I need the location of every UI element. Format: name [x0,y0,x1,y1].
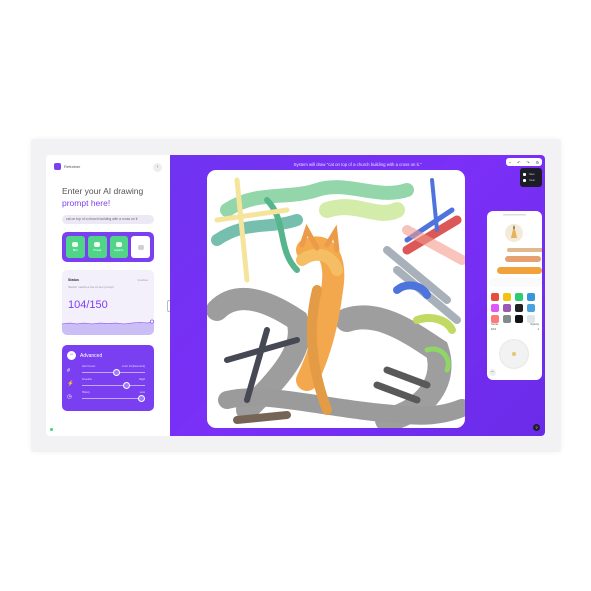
canvas-area: System will draw "cat on top of a church… [170,155,545,436]
drawing-caption: System will draw "cat on top of a church… [293,162,422,167]
brush-preview [489,214,543,287]
sketch-strokes [207,177,465,428]
status-count: 104/150 [68,299,108,311]
top-toolbar: + ↶ ↷ ⚙ [506,158,542,166]
collapse-palette-button[interactable]: − [489,369,496,376]
swatch[interactable] [515,315,523,323]
logo-mark-icon [54,163,61,170]
mode-info-button[interactable] [131,236,150,258]
collapse-sidebar-button[interactable]: ‹ [153,163,162,172]
swatch[interactable] [491,315,499,323]
opacity-label: Opacity [530,323,539,326]
minus-icon: − [67,351,76,360]
swatch[interactable] [491,304,499,312]
mode-label: Thread [93,249,102,252]
clear-button[interactable]: Clear [523,177,539,183]
status-sparkline [62,319,154,335]
trash-icon [523,178,526,182]
clock-icon: ◷ [67,394,72,400]
action-card: Save Clear [520,168,542,187]
color-swatches [491,293,539,323]
headline-line1: Enter your AI drawing [62,186,144,196]
settings-button[interactable]: ⚙ [535,160,539,165]
row-label: Add 4 Lines [82,365,96,368]
swatch[interactable] [527,293,535,301]
color-dial[interactable] [499,339,529,369]
slider-knob[interactable] [113,369,121,376]
swatch[interactable] [503,304,511,312]
eye-icon [72,242,79,247]
redo-button[interactable]: ↷ [526,160,529,165]
advanced-panel: − Advanced # Add 4 Lines Limit: 24 (Recu… [62,345,154,411]
swatch[interactable] [491,293,499,301]
save-label: Save [529,172,535,176]
advanced-header[interactable]: − Advanced [67,351,102,360]
slider-knob[interactable] [138,395,146,402]
mode-selector: Blitz Thread Explore [62,232,154,262]
swatch[interactable] [527,315,535,323]
save-icon [523,172,526,176]
square-icon [94,242,101,247]
mode-label: Explore [114,249,124,252]
hash-icon: # [67,368,71,374]
add-button[interactable]: + [509,160,511,165]
row-label: Freedom [82,378,93,381]
sidebar: Refrainer ‹ Enter your AI drawing prompt… [46,155,170,436]
swatch[interactable] [515,293,523,301]
swatch[interactable] [503,315,511,323]
undo-button[interactable]: ↶ [517,160,520,165]
palette-values: 10.0 1 [491,328,539,331]
mode-explore-button[interactable]: Explore [109,236,129,258]
mode-thread-button[interactable]: Thread [87,236,107,258]
advanced-title: Advanced [80,352,103,359]
prompt-headline: Enter your AI drawing prompt here! [62,185,143,209]
connection-status-dot [50,428,53,431]
row-label: History [82,391,90,394]
slider-track[interactable] [82,398,145,399]
swatch[interactable] [515,304,523,312]
app-name: Refrainer [64,164,81,169]
advanced-row-freedom: ⚡ Freedom Rigid [67,378,151,390]
advanced-row-history: ◷ History Less [67,391,151,403]
lightbulb-icon [115,242,122,247]
stroke-input[interactable]: 10.0 [491,328,496,331]
status-title: Status [68,278,79,282]
help-button[interactable]: ? [533,424,540,431]
dial-handle[interactable] [512,352,516,356]
info-icon [137,244,144,250]
drawing-canvas[interactable] [207,170,465,428]
advanced-row-lines: # Add 4 Lines Limit: 24 (Recurrent) [67,365,151,377]
slider-knob[interactable] [122,382,130,389]
status-description: Sketch matches the AI text prompt [68,285,114,289]
row-value: Limit: 24 (Recurrent) [122,365,145,368]
row-value: Less [139,391,145,394]
tool-palette: Stroke Opacity 10.0 1 − [487,211,543,380]
swatch[interactable] [503,293,511,301]
stroke-label: Stroke [491,323,499,326]
status-state: Inactive [137,278,148,282]
clear-label: Clear [529,178,535,182]
logo: Refrainer [54,163,80,170]
opacity-input[interactable]: 1 [538,328,539,331]
bolt-icon: ⚡ [67,381,74,387]
palette-labels: Stroke Opacity [491,323,539,326]
slider-track[interactable] [82,385,145,386]
mode-label: Blitz [72,249,78,252]
chevron-left-icon: ‹ [156,164,159,170]
mode-blitz-button[interactable]: Blitz [66,236,85,258]
status-card: Status Inactive Sketch matches the AI te… [62,270,154,335]
headline-line2: prompt here! [62,198,111,208]
prompt-input[interactable]: cat on top of a church building with a c… [62,215,154,224]
swatch[interactable] [527,304,535,312]
row-value: Rigid [139,378,145,381]
